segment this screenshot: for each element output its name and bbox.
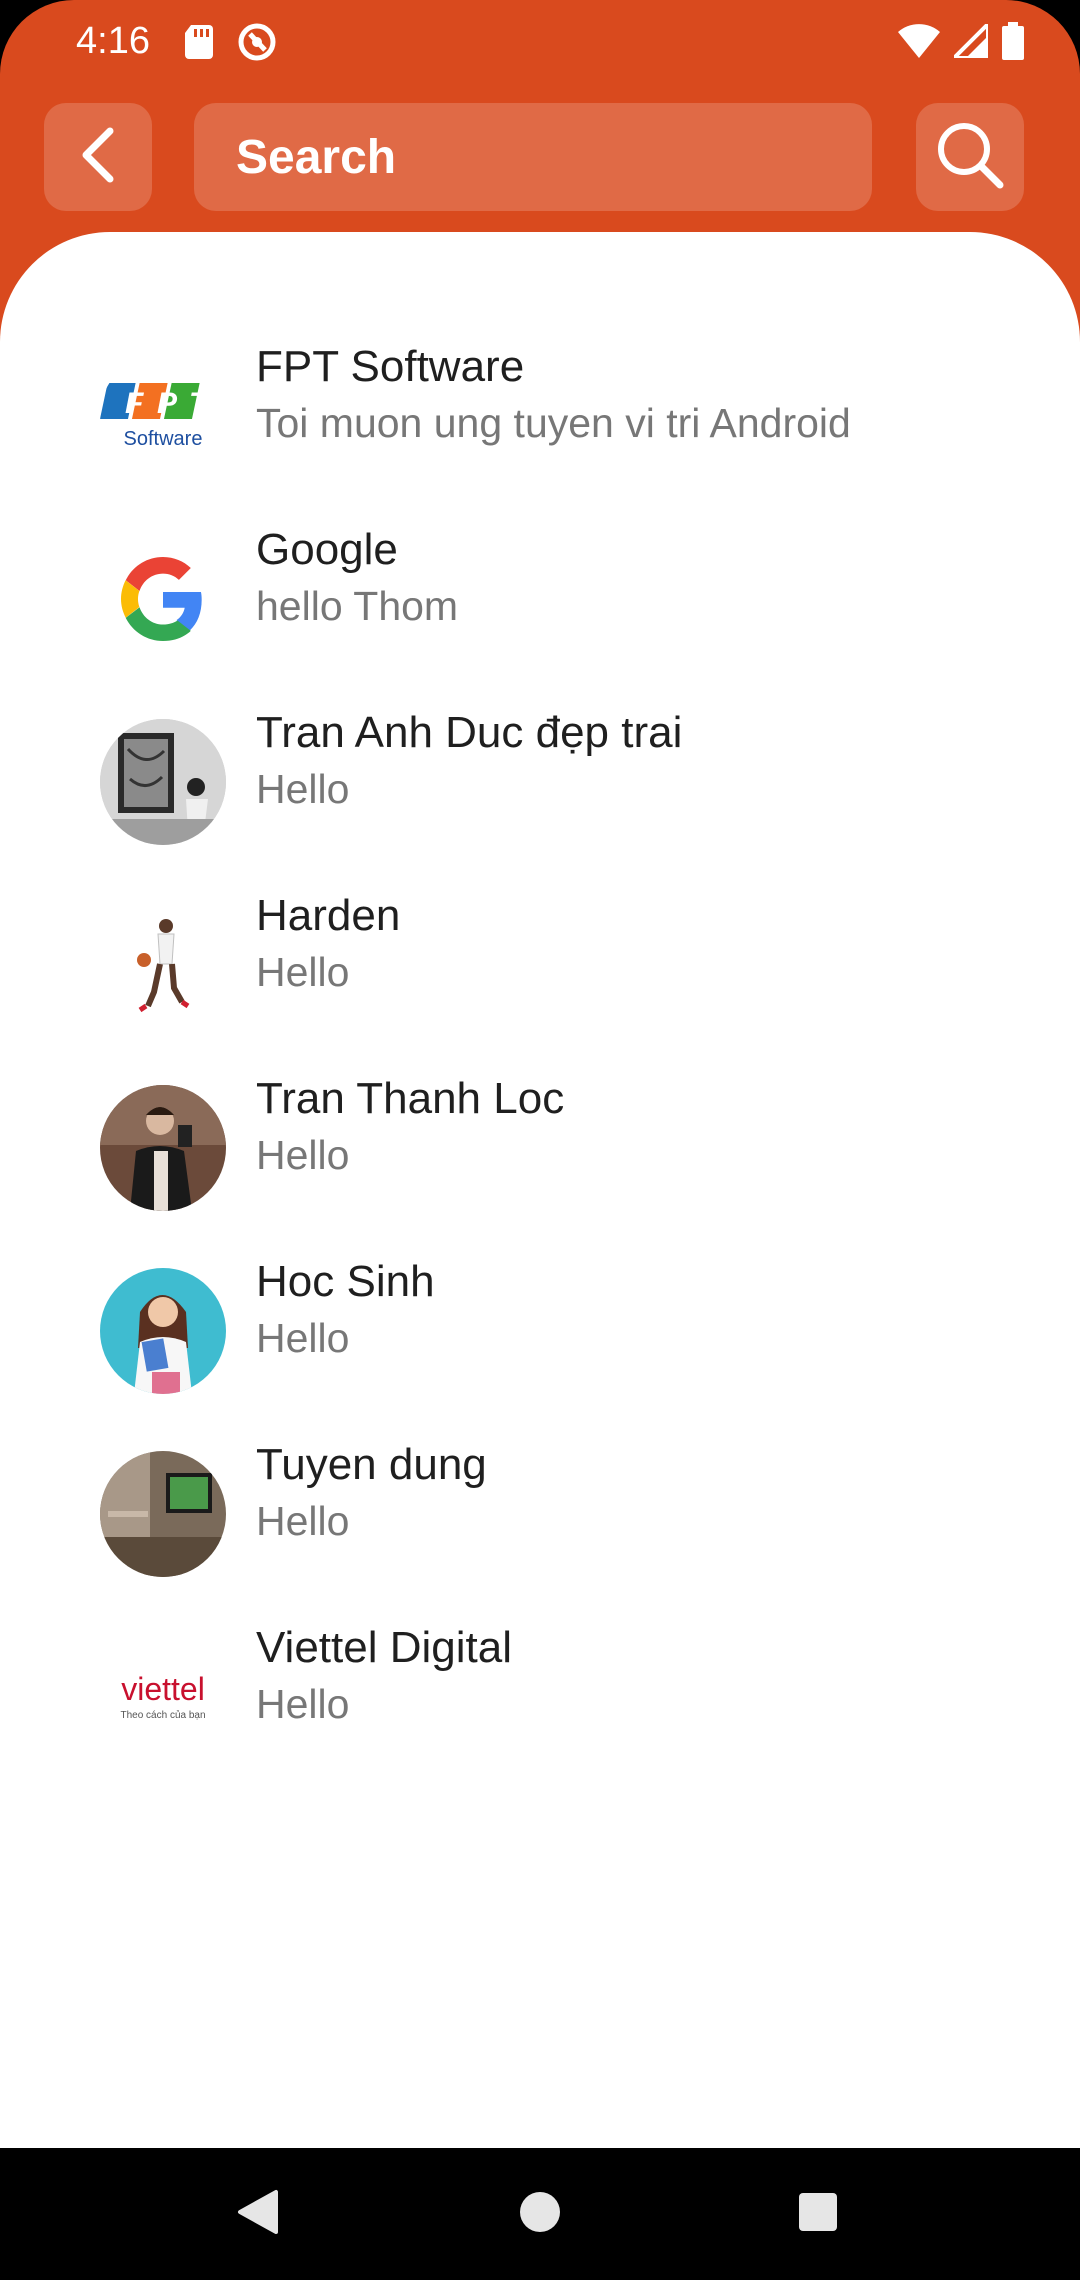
last-message: Hello: [256, 1681, 350, 1727]
avatar-photo: [100, 1268, 226, 1394]
back-button[interactable]: [44, 103, 152, 211]
wifi-icon: [898, 24, 940, 63]
fpt-logo-avatar: F P T Software: [100, 353, 226, 479]
conversation-item[interactable]: Tran Anh Duc đẹp trai Hello: [0, 690, 1080, 873]
fpt-letter: T: [189, 387, 210, 420]
last-message: hello Thom: [256, 583, 459, 629]
avatar-photo: [100, 1085, 226, 1211]
last-message: Hello: [256, 1315, 350, 1361]
viettel-wordmark: viettel: [121, 1671, 205, 1707]
vpn-icon: [237, 22, 277, 67]
viettel-logo-avatar: viettel Theo cách của bạn: [100, 1634, 226, 1760]
status-bar: 4:16: [0, 0, 1080, 90]
conversation-item[interactable]: Google hello Thom: [0, 507, 1080, 690]
system-nav-bar: [0, 2148, 1080, 2280]
viettel-tagline: Theo cách của bạn: [120, 1709, 205, 1721]
fpt-letter: P: [157, 387, 178, 420]
battery-icon: [1002, 22, 1024, 65]
contact-name: Hoc Sinh: [256, 1257, 435, 1306]
nav-home-button[interactable]: [500, 2178, 580, 2250]
nav-back-button[interactable]: [218, 2178, 298, 2250]
signal-icon: [949, 19, 990, 63]
conversation-list: F P T Software FPT Software Toi muon ung…: [0, 324, 1080, 1788]
contact-name: Tran Thanh Loc: [256, 1074, 565, 1123]
contact-name: Tran Anh Duc đẹp trai: [256, 708, 683, 757]
avatar-photo: [100, 902, 226, 1028]
fpt-letter: F: [125, 387, 144, 420]
contact-name: Viettel Digital: [256, 1623, 512, 1672]
conversation-item[interactable]: viettel Theo cách của bạn Viettel Digita…: [0, 1605, 1080, 1788]
avatar-photo: [100, 719, 226, 845]
conversation-item[interactable]: F P T Software FPT Software Toi muon ung…: [0, 324, 1080, 507]
status-time: 4:16: [76, 20, 150, 62]
magnifier-icon: [934, 119, 1006, 196]
avatar-photo: [100, 1451, 226, 1577]
conversation-item[interactable]: Hoc Sinh Hello: [0, 1239, 1080, 1422]
last-message: Toi muon ung tuyen vi tri Android: [256, 400, 851, 446]
recents-square-icon: [797, 2191, 839, 2238]
fpt-caption: Software: [124, 428, 203, 450]
contact-name: Google: [256, 525, 398, 574]
contact-name: FPT Software: [256, 342, 525, 391]
nav-recents-button[interactable]: [778, 2178, 858, 2250]
search-input[interactable]: [194, 128, 872, 186]
contact-name: Harden: [256, 891, 401, 940]
chevron-left-icon: [76, 127, 120, 188]
conversation-item[interactable]: Tuyen dung Hello: [0, 1422, 1080, 1605]
search-field[interactable]: [194, 103, 872, 211]
last-message: Hello: [256, 766, 350, 812]
home-circle-icon: [518, 2190, 562, 2239]
sd-card-icon: [185, 25, 215, 64]
search-button[interactable]: [916, 103, 1024, 211]
google-logo-avatar: [100, 536, 226, 662]
last-message: Hello: [256, 1498, 350, 1544]
back-triangle-icon: [236, 2188, 280, 2241]
app-screen: 4:16 Search F P T Software FPT Software …: [0, 0, 1080, 2148]
contact-name: Tuyen dung: [256, 1440, 487, 1489]
last-message: Hello: [256, 1132, 350, 1178]
conversation-sheet: F P T Software FPT Software Toi muon ung…: [0, 232, 1080, 2148]
last-message: Hello: [256, 949, 350, 995]
conversation-item[interactable]: Tran Thanh Loc Hello: [0, 1056, 1080, 1239]
conversation-item[interactable]: Harden Hello: [0, 873, 1080, 1056]
